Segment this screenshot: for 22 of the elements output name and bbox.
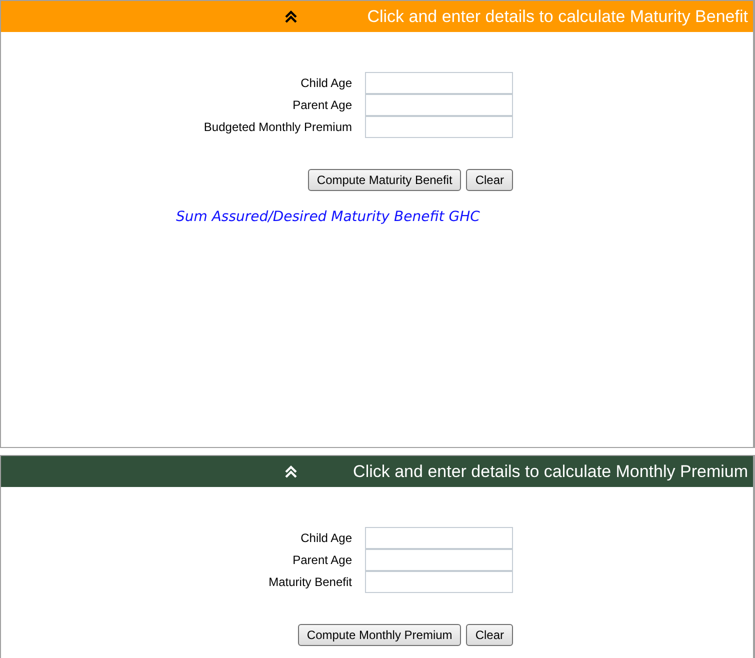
field-label: Child Age [300, 530, 352, 547]
field-label: Parent Age [292, 552, 352, 569]
field-label: Maturity Benefit [268, 574, 352, 591]
field-label: Parent Age [292, 97, 352, 114]
double-chevron-up-icon [284, 10, 298, 24]
panel-title: Click and enter details to calculate Monthly Premium [352, 462, 749, 482]
result-text: Sum Assured/Desired Maturity Benefit GHC [176, 209, 481, 225]
field-label: Child Age [300, 75, 352, 92]
double-chevron-up-icon [284, 464, 298, 478]
clear-button[interactable]: Clear [466, 624, 513, 646]
input-field[interactable] [365, 571, 513, 593]
input-field[interactable] [365, 94, 513, 116]
panel-header[interactable]: Click and enter details to calculate Monthly Premium [1, 456, 753, 487]
input-field[interactable] [365, 549, 513, 571]
clear-button[interactable]: Clear [466, 169, 513, 191]
field-label: Budgeted Monthly Premium [202, 119, 352, 136]
compute-button[interactable]: Compute Maturity Benefit [308, 169, 462, 191]
compute-button[interactable]: Compute Monthly Premium [298, 624, 462, 646]
panel-title: Click and enter details to calculate Maturity Benefit [366, 6, 749, 26]
input-field[interactable] [365, 116, 513, 138]
input-field[interactable] [365, 527, 513, 549]
input-field[interactable] [365, 72, 513, 94]
